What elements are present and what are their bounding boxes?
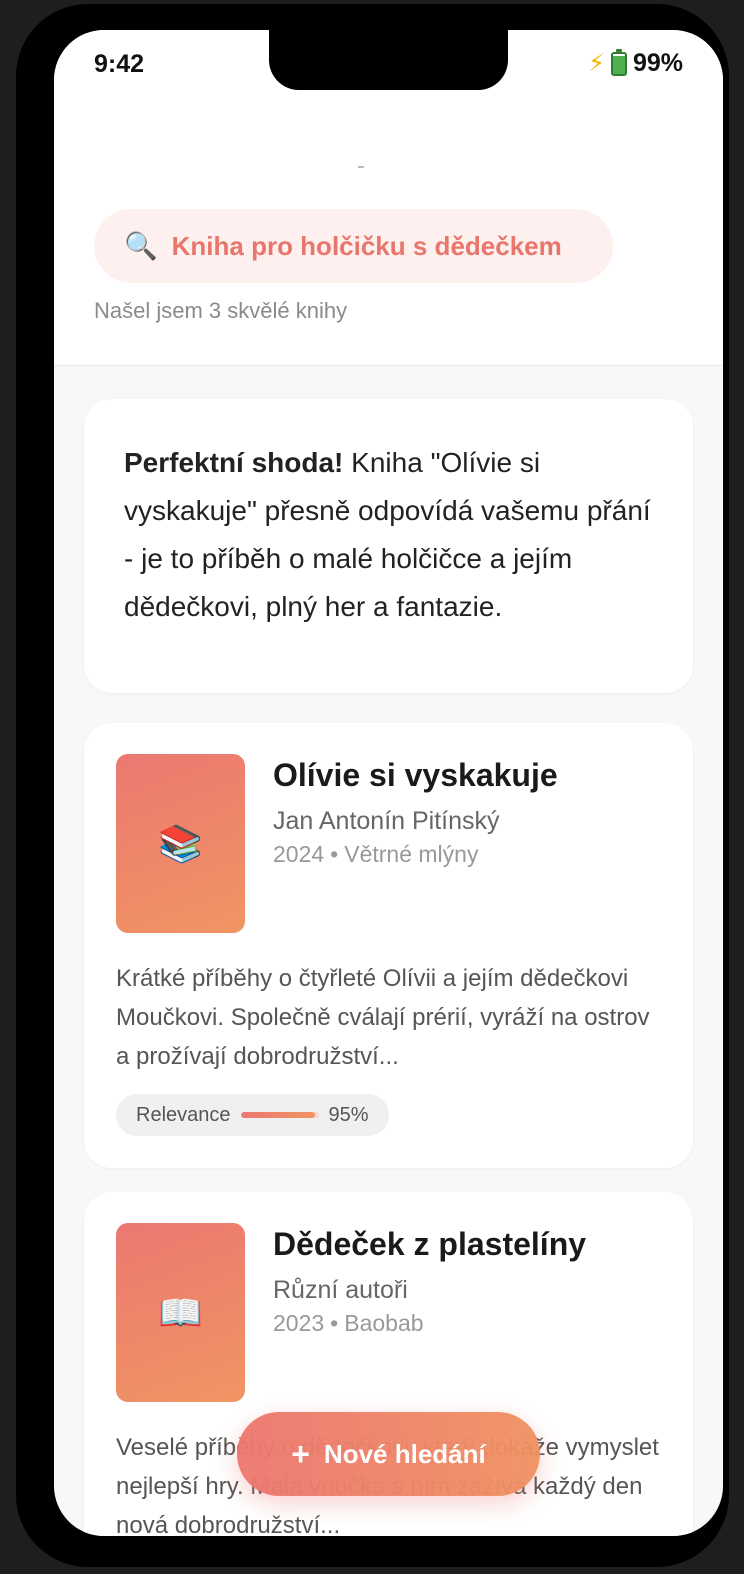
drag-handle: [358, 166, 364, 168]
device-notch: [269, 30, 508, 90]
books-icon: 📚: [158, 822, 203, 864]
bolt-icon: ⚡: [588, 50, 605, 77]
new-search-label: Nové hledání: [323, 1438, 486, 1469]
search-header: 🔍 Kniha pro holčičku s dědečkem Našel js…: [54, 100, 723, 366]
meta-separator: •: [330, 841, 339, 867]
search-query-text: Kniha pro holčičku s dědečkem: [171, 230, 562, 261]
result-count: Našel jsem 3 skvělé knihy: [94, 298, 348, 323]
book-card[interactable]: 📚 Olívie si vyskakuje Jan Antonín Pitíns…: [84, 723, 693, 1168]
book-year: 2023: [273, 1310, 325, 1336]
book-meta: 2024 • Větrné mlýny: [273, 841, 478, 868]
battery-icon: [610, 48, 627, 76]
book-author: Jan Antonín Pitínský: [273, 807, 500, 835]
search-query-pill[interactable]: 🔍 Kniha pro holčičku s dědečkem: [94, 209, 613, 283]
book-title: Olívie si vyskakuje: [273, 757, 558, 793]
book-year: 2024: [273, 841, 325, 867]
relevance-bar-fill: [240, 1112, 315, 1118]
book-title: Dědeček z plastelíny: [273, 1226, 587, 1262]
book-publisher: Větrné mlýny: [344, 841, 479, 867]
phone-frame: 9:42 ⚡ 99% 🔍 Kniha pro holčičku s dědečk…: [16, 4, 729, 1567]
book-description: Krátké příběhy o čtyřleté Olívii a jejím…: [116, 965, 650, 1070]
new-search-button[interactable]: + Nové hledání: [237, 1412, 540, 1496]
relevance-label: Relevance: [136, 1103, 231, 1126]
relevance-value: 95%: [328, 1103, 369, 1126]
book-cover: 📚: [116, 754, 245, 933]
status-time: 9:42: [94, 50, 145, 78]
plus-icon: +: [291, 1436, 310, 1472]
app-screen: 9:42 ⚡ 99% 🔍 Kniha pro holčičku s dědečk…: [54, 30, 723, 1536]
relevance-bar: [240, 1112, 319, 1118]
battery-percent: 99%: [632, 49, 683, 77]
book-author: Různí autoři: [273, 1276, 408, 1304]
relevance-badge: Relevance 95%: [116, 1094, 389, 1136]
ai-summary-bold: Perfektní shoda!: [124, 447, 344, 478]
ai-summary-card: Perfektní shoda! Kniha "Olívie si vyskak…: [84, 399, 693, 693]
book-meta: 2023 • Baobab: [273, 1310, 424, 1337]
book-cover: 📖: [116, 1223, 245, 1402]
meta-separator: •: [330, 1310, 339, 1336]
open-book-icon: 📖: [158, 1291, 203, 1333]
ai-summary-text: Perfektní shoda! Kniha "Olívie si vyskak…: [124, 439, 653, 631]
status-right: ⚡ 99%: [588, 48, 683, 78]
search-icon: 🔍: [124, 231, 158, 261]
book-publisher: Baobab: [344, 1310, 424, 1336]
